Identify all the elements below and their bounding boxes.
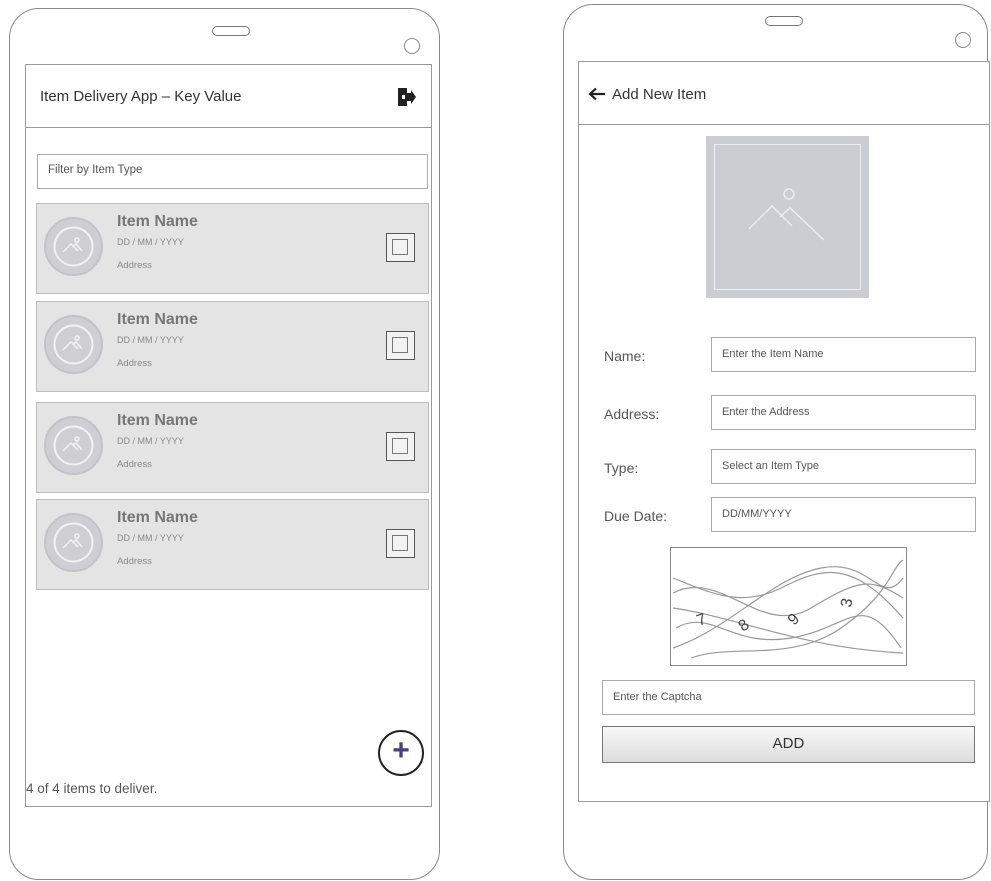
list-screen: Item Delivery App – Key Value Filter by … [25, 64, 432, 807]
due-date-label: Due Date: [604, 508, 668, 524]
item-image-upload[interactable] [706, 136, 869, 298]
camera-icon [955, 32, 971, 48]
list-item[interactable]: Item Name DD / MM / YYYY Address [36, 499, 429, 590]
app-title: Item Delivery App – Key Value [40, 88, 242, 105]
address-field[interactable]: Enter the Address [711, 395, 976, 430]
phone-frame-right: Add New Item Name: Enter the Item Name A… [563, 4, 990, 880]
app-bar: Add New Item [579, 62, 989, 125]
address-label: Address: [604, 406, 660, 422]
filter-input[interactable]: Filter by Item Type [37, 154, 428, 189]
screen-title: Add New Item [612, 86, 707, 103]
item-checkbox[interactable] [386, 331, 415, 360]
item-date: DD / MM / YYYY [117, 533, 184, 543]
item-image-icon [44, 315, 103, 374]
item-address: Address [117, 556, 152, 567]
item-image-icon [44, 217, 103, 276]
item-address: Address [117, 358, 152, 369]
item-checkbox[interactable] [386, 432, 415, 461]
captcha-field[interactable]: Enter the Captcha [602, 680, 975, 715]
item-name: Item Name [117, 412, 198, 429]
type-select[interactable]: Select an Item Type [711, 449, 976, 484]
captcha-image: 7 8 9 3 [670, 547, 907, 666]
type-label: Type: [604, 460, 639, 476]
camera-icon [404, 38, 420, 54]
name-field[interactable]: Enter the Item Name [711, 337, 976, 372]
image-placeholder-icon [748, 188, 825, 241]
captcha-digit: 7 [695, 611, 709, 630]
list-item[interactable]: Item Name DD / MM / YYYY Address [36, 203, 429, 294]
item-checkbox[interactable] [386, 529, 415, 558]
item-image-icon [44, 513, 103, 572]
captcha-digit: 3 [838, 597, 856, 609]
speaker-icon [765, 16, 803, 26]
add-item-button[interactable]: + [378, 730, 424, 776]
add-item-screen: Add New Item Name: Enter the Item Name A… [578, 61, 990, 802]
speaker-icon [212, 26, 250, 36]
list-item[interactable]: Item Name DD / MM / YYYY Address [36, 301, 429, 392]
app-bar: Item Delivery App – Key Value [26, 65, 431, 128]
item-address: Address [117, 459, 152, 470]
name-label: Name: [604, 348, 646, 364]
list-item[interactable]: Item Name DD / MM / YYYY Address [36, 402, 429, 493]
item-image-icon [44, 416, 103, 475]
add-button[interactable]: ADD [602, 726, 975, 763]
item-date: DD / MM / YYYY [117, 335, 184, 345]
item-date: DD / MM / YYYY [117, 237, 184, 247]
phone-frame-left: Item Delivery App – Key Value Filter by … [9, 8, 440, 880]
item-date: DD / MM / YYYY [117, 436, 184, 446]
item-name: Item Name [117, 213, 198, 230]
items-count-status: 4 of 4 items to deliver. [26, 781, 158, 796]
logout-icon[interactable] [396, 86, 416, 108]
item-address: Address [117, 260, 152, 271]
due-date-field[interactable]: DD/MM/YYYY [711, 497, 976, 532]
item-name: Item Name [117, 509, 198, 526]
back-arrow-icon[interactable] [588, 87, 606, 101]
item-checkbox[interactable] [386, 233, 415, 262]
item-name: Item Name [117, 311, 198, 328]
